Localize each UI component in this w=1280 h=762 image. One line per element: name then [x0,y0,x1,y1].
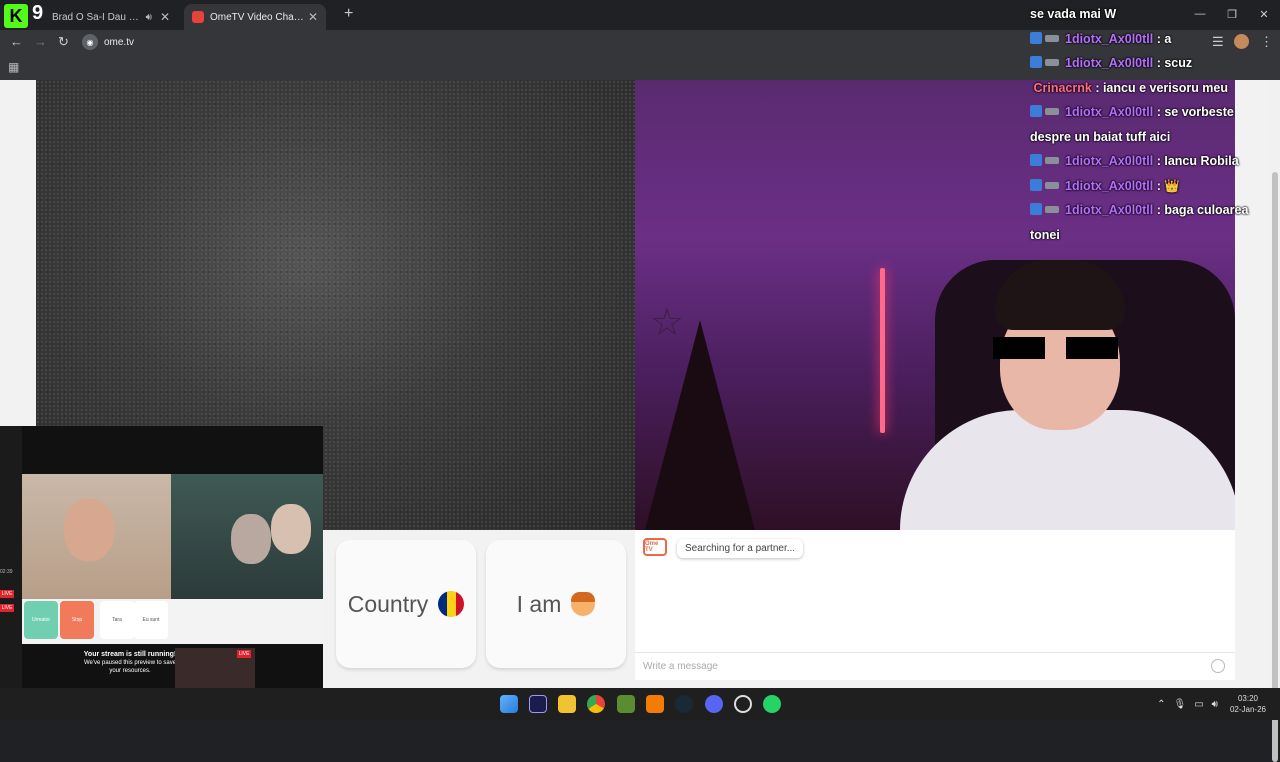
microphone-icon[interactable]: 🎙︎ [1174,699,1187,710]
close-icon[interactable]: ✕ [160,10,170,24]
clock-date: 02-Jan-26 [1229,705,1266,714]
pip-streamer-cam [171,474,323,599]
sub-badge-icon [1045,206,1059,213]
status-message: Searching for a partner... [677,539,804,558]
pip-next-button: Urmator [24,601,58,639]
pip-time: 02:39 [0,569,13,575]
reload-icon[interactable]: ↻ [58,34,69,50]
badge-icon [1030,178,1042,191]
youtube-icon [192,11,204,23]
stream-preview: 02:39 LIVE LIVE Urmator Stop Tara Eu sun… [0,426,323,690]
scrollbar[interactable] [1270,80,1280,762]
pip-notice-title: Your stream is still running! [83,651,177,658]
forward-icon[interactable]: → [34,34,47,49]
pixel-glasses [993,337,1118,359]
display-icon[interactable]: ▭ [1194,699,1203,710]
obs-icon[interactable] [734,695,752,713]
sub-badge-icon [1045,34,1059,42]
badge-icon [1030,154,1042,166]
badge-icon [1030,31,1042,44]
led-light [880,268,885,433]
minecraft-icon[interactable] [617,695,635,713]
iam-button[interactable]: I am [486,540,626,668]
message-placeholder: Write a message [643,661,718,672]
live-badge: LIVE [237,650,251,658]
chat-message: 1diotx_Ax0l0tll : 👑 [1030,174,1270,199]
pip-iam-button: Eu sunt [134,601,168,639]
chat-message: 1diotx_Ax0l0tll : a [1030,27,1270,52]
clock[interactable]: 03:20 02-Jan-26 [1230,693,1266,715]
romania-flag-icon [438,591,465,617]
volume-icon[interactable]: 🔊︎ [1212,699,1218,710]
chat-message: 1diotx_Ax0l0tll : scuz [1030,51,1270,76]
emoji-icon[interactable] [1211,659,1225,673]
speaker-icon[interactable]: 🔊︎ [146,12,152,23]
boy-icon [571,592,596,616]
chat-message: 1diotx_Ax0l0tll : se vorbeste despre un … [1030,105,1234,144]
sub-badge-icon [1045,108,1059,115]
steam-icon[interactable] [675,695,693,713]
chevron-up-icon[interactable]: ⌃ [1157,699,1165,710]
scrollbar-thumb[interactable] [1272,172,1278,762]
chat-message: 1diotx_Ax0l0tll : baga culoarea tonei [1030,203,1249,242]
tab-title: OmeTV Video Chat — Ome [210,11,304,23]
pip-country-button: Tara [100,601,134,639]
iam-label: I am [516,590,562,617]
message-input[interactable]: Write a message [635,652,1235,680]
pip-notice: Your stream is still running! We've paus… [80,651,180,675]
country-button[interactable]: Country [336,540,476,668]
stream-logo: K [4,4,28,28]
chrome-icon[interactable] [587,695,605,713]
chat-message: se vada mai W [1030,7,1117,21]
close-icon[interactable]: ✕ [308,10,318,24]
sub-badge-icon [1045,181,1059,189]
taskbar: ⌃ 🎙︎ ▭ 🔊︎ 03:20 02-Jan-26 [0,688,1280,720]
chat-panel: Ome TV Searching for a partner... Write … [635,530,1235,680]
badge-icon [1030,203,1042,215]
badge-icon [1030,56,1042,68]
live-badge: LIVE [0,590,14,598]
sub-badge-icon [1045,157,1059,164]
url-text: ome.tv [104,36,135,48]
windows-start-icon[interactable] [500,695,518,713]
folder-icon[interactable] [558,695,576,713]
url-field[interactable]: ◉ ome.tv [82,33,1022,51]
clock-time: 03:20 [1237,694,1258,703]
tab-music[interactable]: Brad O Sa-I Dau Foc • To 🔊︎ ✕ [44,4,178,30]
app-icon[interactable] [646,695,664,713]
ometv-logo: Ome TV [643,538,667,556]
stream-logo-number: 9 [32,2,44,24]
pip-stop-button: Stop [60,601,94,639]
discord-icon[interactable] [705,695,723,713]
back-icon[interactable]: ← [10,34,23,49]
whatsapp-icon[interactable] [763,695,781,713]
chat-message: 1diotx_Ax0l0tll : Iancu Robila [1030,149,1270,174]
site-info-icon[interactable]: ◉ [82,34,98,50]
christmas-tree [645,320,755,530]
tab-ometv[interactable]: OmeTV Video Chat — Ome ✕ [184,4,326,30]
new-tab-icon[interactable]: + [344,5,353,23]
premiere-icon[interactable] [529,695,547,713]
stream-chat-overlay: se vada mai W 1diotx_Ax0l0tll : a 1diotx… [1030,2,1270,247]
pip-partner-cam [22,474,171,599]
chat-message: Crinacrnk : iancu e verisoru meu [1033,80,1229,95]
badge-icon [1030,105,1042,117]
tab-title: Brad O Sa-I Dau Foc • To [52,11,142,23]
pip-thumbnail: LIVE [175,648,255,690]
system-tray: ⌃ 🎙︎ ▭ 🔊︎ 03:20 02-Jan-26 [1153,688,1280,720]
country-label: Country [347,590,429,617]
pip-sidebar: 02:39 LIVE LIVE [0,426,22,688]
apps-grid-icon[interactable]: ▦ [8,60,19,74]
pip-ome-controls: Urmator Stop Tara Eu sunt [22,599,323,644]
live-badge: LIVE [0,604,14,612]
sub-badge-icon [1045,59,1059,66]
pip-notice-body: We've paused this preview to save your r… [83,660,177,674]
